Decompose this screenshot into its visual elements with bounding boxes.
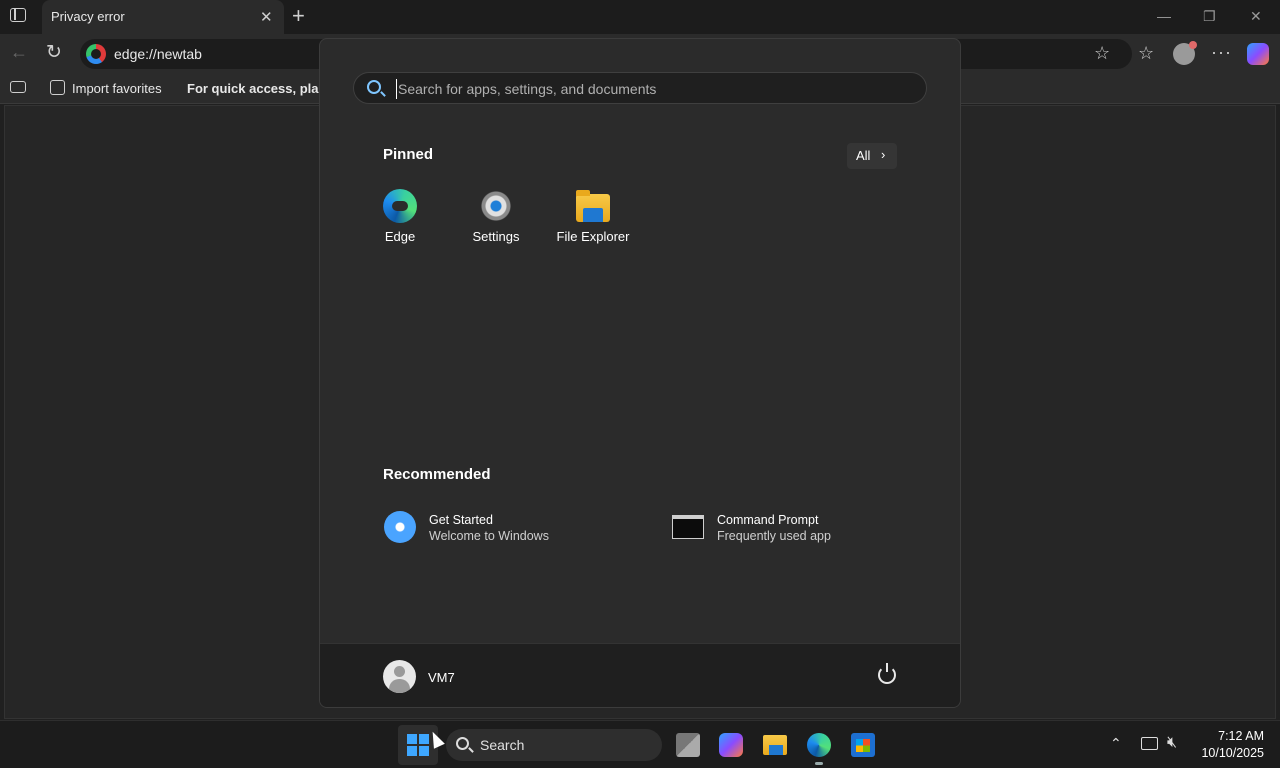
start-menu-footer: VM7 xyxy=(320,643,960,707)
recommended-title: Get Started xyxy=(429,513,493,527)
volume-icon[interactable]: 🔇︎ xyxy=(1167,734,1177,752)
task-view-icon[interactable] xyxy=(676,733,700,757)
reload-button[interactable]: ↻ xyxy=(46,41,62,64)
copilot-icon[interactable] xyxy=(1247,43,1269,65)
tab-title: Privacy error xyxy=(51,9,125,24)
pinned-app-file-explorer[interactable]: File Explorer xyxy=(545,189,641,259)
network-icon[interactable] xyxy=(1141,737,1158,750)
search-icon xyxy=(367,80,381,94)
get-started-icon xyxy=(384,511,416,543)
cmd-icon xyxy=(672,515,704,539)
edge-icon[interactable] xyxy=(807,733,831,757)
import-favorites-link[interactable]: Import favorites xyxy=(72,81,162,96)
search-icon xyxy=(456,737,469,750)
profile-avatar[interactable] xyxy=(1173,41,1197,65)
taskbar-search-label: Search xyxy=(480,737,525,753)
start-search-box[interactable] xyxy=(353,72,927,104)
user-name[interactable]: VM7 xyxy=(428,670,455,685)
taskbar-search[interactable]: Search xyxy=(446,729,662,761)
power-icon[interactable] xyxy=(878,663,896,684)
copilot-icon[interactable] xyxy=(719,733,743,757)
windows-logo-icon xyxy=(407,734,417,744)
address-text: edge://newtab xyxy=(114,46,202,62)
edge-icon xyxy=(86,44,106,64)
tab-privacy-error[interactable]: Privacy error ✕ xyxy=(42,0,284,34)
back-button[interactable]: ← xyxy=(10,42,28,63)
close-window-button[interactable]: ✕ xyxy=(1250,8,1262,25)
chevron-up-icon[interactable]: ⌃ xyxy=(1110,735,1122,752)
sidebar-toggle-icon[interactable] xyxy=(10,8,26,22)
restore-button[interactable]: ❐ xyxy=(1203,8,1216,25)
edge-icon xyxy=(383,189,417,223)
new-tab-button[interactable]: + xyxy=(292,3,305,29)
pinned-heading: Pinned xyxy=(383,146,434,163)
settings-icon xyxy=(479,189,513,223)
pinned-app-edge[interactable]: Edge xyxy=(352,189,448,259)
recommended-heading: Recommended xyxy=(383,466,491,483)
pinned-app-label: File Explorer xyxy=(556,229,630,244)
taskbar: Search ⌃ 🔇︎ 7:12 AM 10/10/2025 xyxy=(0,720,1280,768)
tab-close-icon[interactable]: ✕ xyxy=(260,8,273,26)
minimize-button[interactable]: — xyxy=(1157,8,1171,24)
pinned-app-label: Edge xyxy=(384,229,416,244)
recommended-subtitle: Welcome to Windows xyxy=(429,529,549,543)
recommended-item-command-prompt[interactable]: Command Prompt Frequently used app xyxy=(672,509,892,549)
tab-bar: Privacy error ✕ + — ❐ ✕ xyxy=(0,0,1280,34)
running-indicator xyxy=(815,762,823,765)
start-menu: Pinned All › Edge Settings File Explorer… xyxy=(319,38,961,708)
favorites-icon[interactable]: ☆ xyxy=(1138,43,1154,64)
collections-icon[interactable] xyxy=(10,81,26,93)
clock-date[interactable]: 10/10/2025 xyxy=(1196,746,1264,760)
pinned-app-settings[interactable]: Settings xyxy=(448,189,544,259)
recommended-subtitle: Frequently used app xyxy=(717,529,831,543)
folder-icon xyxy=(576,190,610,222)
bookmarks-hint: For quick access, place y xyxy=(187,81,320,96)
recommended-item-get-started[interactable]: Get Started Welcome to Windows xyxy=(384,509,604,549)
chevron-right-icon: › xyxy=(881,147,886,162)
windows-logo-icon xyxy=(407,746,417,756)
recommended-title: Command Prompt xyxy=(717,513,819,527)
start-search-input[interactable] xyxy=(396,79,896,99)
windows-logo-icon xyxy=(419,746,429,756)
file-explorer-icon[interactable] xyxy=(763,735,787,755)
store-icon[interactable] xyxy=(851,733,875,757)
all-apps-button[interactable]: All › xyxy=(847,143,897,169)
clock-time[interactable]: 7:12 AM xyxy=(1200,729,1264,743)
import-icon xyxy=(50,80,65,95)
more-options-icon[interactable]: ··· xyxy=(1211,42,1232,63)
all-apps-label: All xyxy=(856,148,871,163)
pinned-app-label: Settings xyxy=(472,229,520,244)
user-avatar[interactable] xyxy=(383,660,416,693)
star-icon[interactable]: ☆ xyxy=(1094,43,1110,64)
